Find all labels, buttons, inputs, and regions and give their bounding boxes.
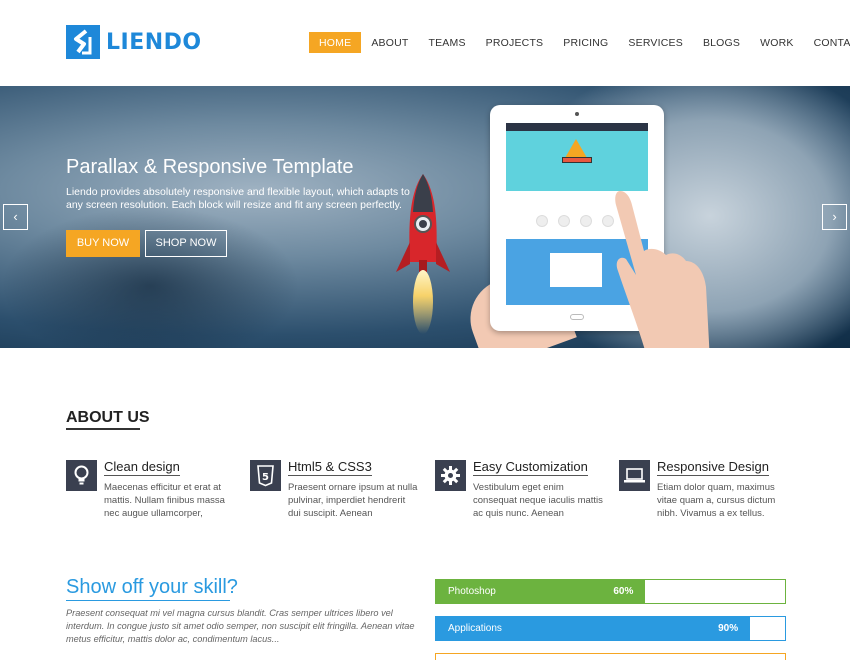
- nav-projects[interactable]: PROJECTS: [476, 32, 554, 53]
- skill-bar-photoshop: Photoshop 60%: [435, 579, 786, 604]
- chevron-left-icon[interactable]: ‹: [3, 204, 28, 230]
- skills-title-underline: [66, 600, 230, 601]
- skill-name: Applications: [448, 623, 502, 634]
- logo-text: LIENDO: [106, 29, 202, 55]
- shop-now-button[interactable]: SHOP NOW: [145, 230, 227, 257]
- logo[interactable]: LIENDO: [66, 25, 202, 59]
- nav-pricing[interactable]: PRICING: [553, 32, 618, 53]
- nav-teams[interactable]: TEAMS: [418, 32, 475, 53]
- skill-bar-fill: Applications 90%: [436, 617, 751, 640]
- nav-contact[interactable]: CONTACT: [804, 32, 850, 53]
- buy-now-button[interactable]: BUY NOW: [66, 230, 140, 257]
- skill-bar-applications: Applications 90%: [435, 616, 786, 641]
- skill-name: Photoshop: [448, 586, 496, 597]
- html5-icon: 5: [250, 460, 281, 491]
- pointing-hand-illustration: [615, 191, 710, 348]
- hero-title: Parallax & Responsive Template: [66, 156, 354, 178]
- chevron-right-icon[interactable]: ›: [822, 204, 847, 230]
- skills-text: Praesent consequat mi vel magna cursus b…: [66, 608, 415, 644]
- feature-text: Etiam dolor quam, maximus vitae quam a, …: [657, 482, 776, 519]
- skill-bar-fill: Photoshop 60%: [436, 580, 646, 603]
- feature-text: Maecenas efficitur et erat at mattis. Nu…: [104, 482, 225, 519]
- feature-text: Praesent ornare ipsum at nulla pulvinar,…: [288, 482, 418, 519]
- nav-blogs[interactable]: BLOGS: [693, 32, 750, 53]
- skill-percent: 90%: [718, 623, 739, 634]
- about-title-underline: [66, 428, 140, 430]
- feature-title[interactable]: Easy Customization: [473, 459, 588, 476]
- nav-home[interactable]: HOME: [309, 32, 362, 53]
- feature-title[interactable]: Responsive Design: [657, 459, 770, 476]
- nav-about[interactable]: ABOUT: [361, 32, 418, 53]
- hero-slider: Parallax & Responsive Template Liendo pr…: [0, 86, 850, 348]
- tablet-home-button: [570, 314, 584, 320]
- rocket-illustration: [396, 174, 450, 334]
- skill-percent: 60%: [613, 586, 634, 597]
- skills-title: Show off your skill?: [66, 576, 238, 598]
- nav-services[interactable]: SERVICES: [618, 32, 693, 53]
- hero-text: Liendo provides absolutely responsive an…: [66, 186, 410, 211]
- feature-text: Vestibulum eget enim consequat neque iac…: [473, 482, 603, 519]
- about-title: ABOUT US: [66, 409, 150, 426]
- svg-text:5: 5: [262, 472, 269, 483]
- feature-title[interactable]: Html5 & CSS3: [288, 459, 372, 476]
- logo-mark-icon: [66, 25, 100, 59]
- site-header: LIENDO HOME ABOUT TEAMS PROJECTS PRICING…: [0, 0, 850, 86]
- main-nav: HOME ABOUT TEAMS PROJECTS PRICING SERVIC…: [309, 32, 850, 53]
- laptop-icon: [619, 460, 650, 491]
- gear-icon: [435, 460, 466, 491]
- nav-work[interactable]: WORK: [750, 32, 803, 53]
- feature-title[interactable]: Clean design: [104, 459, 180, 476]
- skill-bar-partial: [435, 653, 786, 660]
- lightbulb-icon: [66, 460, 97, 491]
